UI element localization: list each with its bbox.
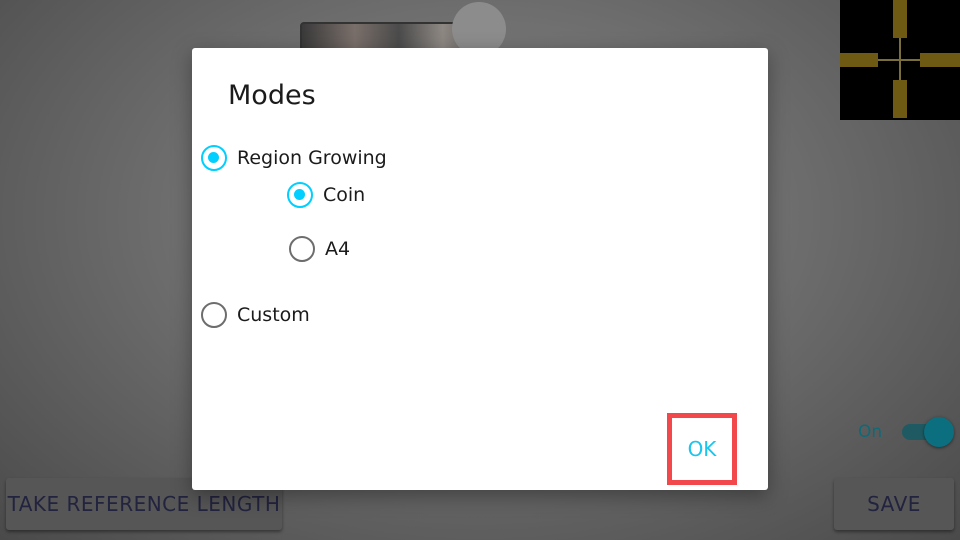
radio-checked-icon[interactable] (287, 182, 313, 208)
radio-unchecked-icon[interactable] (289, 236, 315, 262)
radio-unchecked-icon[interactable] (201, 302, 227, 328)
radio-checked-icon[interactable] (201, 145, 227, 171)
option-label: Region Growing (237, 147, 387, 169)
option-label: A4 (325, 238, 351, 260)
option-coin[interactable]: Coin (287, 182, 365, 208)
option-a4[interactable]: A4 (289, 236, 350, 262)
ok-button[interactable]: OK (676, 422, 728, 476)
save-button: SAVE (834, 478, 954, 530)
dialog-title: Modes (228, 80, 316, 111)
option-label: Custom (237, 304, 310, 326)
option-custom[interactable]: Custom (201, 302, 310, 328)
option-region-growing[interactable]: Region Growing (201, 145, 387, 171)
crosshair-panel (840, 0, 960, 120)
modes-dialog: Modes Region Growing Coin A4 Custom OK (192, 48, 768, 490)
option-label: Coin (323, 184, 366, 206)
toggle-switch (924, 417, 954, 447)
toggle-label: On (858, 422, 883, 442)
